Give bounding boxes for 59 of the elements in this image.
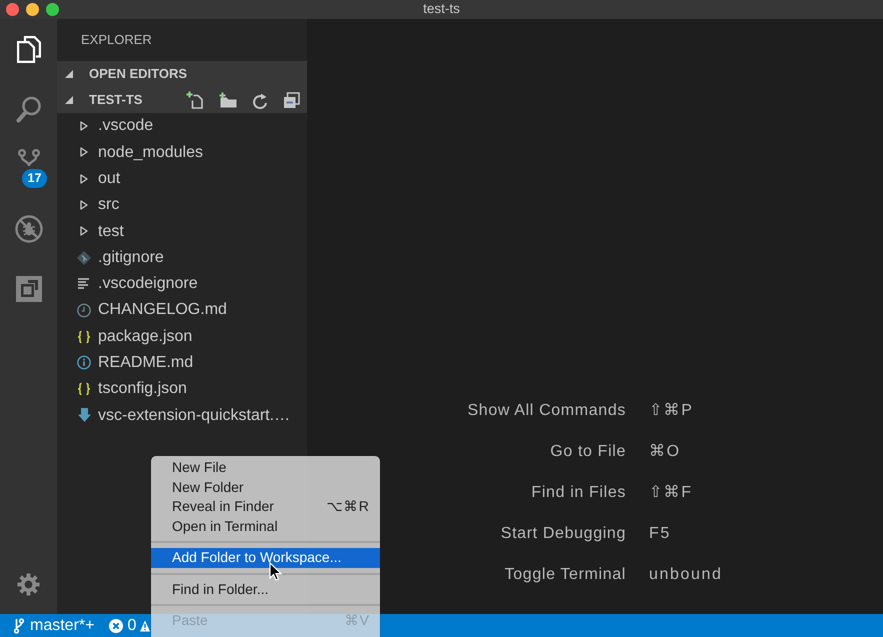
file-item[interactable]: .vscodeignore	[77, 275, 198, 293]
file-plus-icon[interactable]	[186, 91, 204, 109]
menu-item[interactable]: New Folder	[151, 478, 380, 497]
branch-status[interactable]: master*+	[14, 616, 94, 634]
braces-icon	[77, 330, 91, 344]
section-header[interactable]: TEST-TS	[57, 87, 307, 113]
diamond-icon	[77, 250, 91, 265]
error-icon	[109, 618, 124, 632]
info-icon	[77, 355, 91, 370]
folder-item[interactable]: test	[77, 222, 124, 240]
down-arrow-icon	[78, 408, 90, 422]
menu-item[interactable]: Reveal in Finder ⌥⌘R	[151, 497, 380, 516]
count-badge: 17	[22, 169, 47, 188]
file-item[interactable]: package.json	[77, 328, 192, 346]
folder-item[interactable]: src	[77, 196, 120, 214]
files-icon[interactable]	[16, 36, 40, 62]
folder-plus-icon[interactable]	[219, 92, 237, 108]
refresh-icon[interactable]	[252, 92, 268, 108]
menu-item[interactable]: Open in Terminal	[151, 516, 380, 536]
shortcut-keys: F5	[649, 525, 671, 544]
problems-status[interactable]: 0	[109, 616, 150, 634]
explorer-title: EXPLORER	[80, 30, 153, 49]
settings-icon[interactable]	[17, 572, 40, 596]
command-label: Go to File	[550, 443, 626, 462]
lines-icon	[78, 278, 90, 290]
branch-icon	[14, 618, 24, 634]
file-item[interactable]: CHANGELOG.md	[77, 301, 227, 320]
menu-item[interactable]: New File	[151, 458, 380, 478]
command-label: Toggle Terminal	[504, 566, 626, 585]
blocks-icon[interactable]	[16, 276, 42, 302]
folder-item[interactable]: out	[77, 170, 120, 188]
folder-item[interactable]: .vscode	[77, 117, 154, 135]
shortcut-keys: ⌘O	[649, 443, 681, 462]
file-item[interactable]: vsc-extension-quickstart.…	[77, 406, 290, 424]
command-label: Find in Files	[531, 484, 626, 503]
branch-icon[interactable]	[18, 149, 40, 167]
menu-item[interactable]: Add Folder to Workspace...	[151, 548, 380, 568]
clock-icon	[77, 302, 91, 318]
file-item[interactable]: tsconfig.json	[77, 380, 187, 398]
crossed-bug-icon[interactable]	[14, 215, 42, 243]
braces-icon	[77, 382, 91, 396]
warning-icon	[140, 620, 150, 632]
shortcut-keys: ⇧⌘F	[649, 484, 693, 503]
command-label: Start Debugging	[500, 525, 626, 544]
window-title: test-ts	[423, 2, 460, 17]
menu-item[interactable]: Find in Folder...	[151, 580, 380, 599]
zoom-button[interactable]	[46, 3, 59, 16]
collapse-all-icon[interactable]	[283, 92, 300, 108]
search-icon[interactable]	[16, 96, 42, 122]
folder-item[interactable]: node_modules	[77, 144, 203, 162]
file-item[interactable]: .gitignore	[77, 248, 164, 266]
keyboard-shortcut: ⌥⌘R	[326, 499, 370, 514]
section-header[interactable]: OPEN EDITORS	[57, 61, 307, 87]
minimize-button[interactable]	[26, 3, 39, 16]
close-button[interactable]	[6, 3, 19, 16]
file-item[interactable]: README.md	[77, 354, 194, 372]
shortcut-keys: unbound	[649, 566, 722, 585]
command-label: Show All Commands	[468, 402, 626, 421]
shortcut-keys: ⇧⌘P	[649, 402, 694, 421]
